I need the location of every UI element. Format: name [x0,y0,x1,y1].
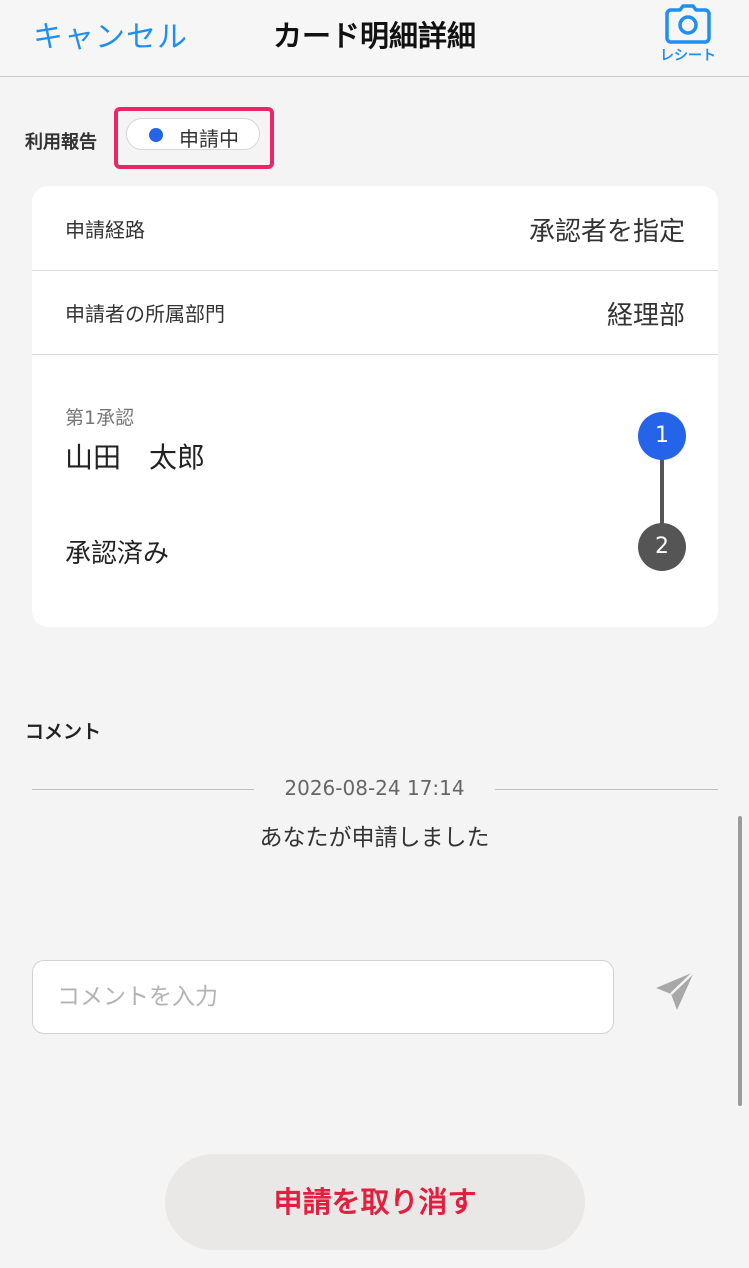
receipt-label: レシート [660,48,716,64]
camera-icon [665,4,711,44]
comment-timestamp: 2026-08-24 17:14 [284,776,465,800]
timestamp-divider-right [495,789,718,790]
send-icon [656,971,695,1010]
comment-input[interactable] [32,960,614,1034]
status-badge-text: 申請中 [179,127,239,151]
status-dot-icon [149,128,163,142]
application-details-card: 申請経路 承認者を指定 申請者の所属部門 経理部 第1承認 山田 太郎 承認済み… [32,186,718,627]
comments-heading: コメント [25,721,102,743]
comment-message: あなたが申請しました [259,825,490,851]
page-title: カード明細詳細 [272,19,476,53]
approval-flow-connector [660,458,664,525]
department-row: 申請者の所属部門 経理部 [32,270,718,355]
route-value: 承認者を指定 [528,217,685,247]
top-navigation-bar: キャンセル カード明細詳細 レシート [0,0,749,77]
status-label: 利用報告 [25,132,97,153]
cancel-request-button[interactable]: 申請を取り消す [165,1154,585,1250]
timestamp-divider-left [32,789,254,790]
receipt-button[interactable]: レシート [652,4,724,70]
route-row: 申請経路 承認者を指定 [32,186,718,271]
approval-step-2-node: 2 [638,523,686,571]
status-highlight-box: 申請中 [114,107,274,169]
department-label: 申請者の所属部門 [65,302,225,326]
approval-step-2-label: 承認済み [65,539,170,569]
send-button[interactable] [650,966,700,1016]
status-badge: 申請中 [126,118,260,151]
approver-name: 山田 太郎 [65,441,206,474]
scrollbar[interactable] [738,816,742,1106]
approval-step-1-title: 第1承認 [65,407,135,429]
route-label: 申請経路 [65,218,145,242]
department-value: 経理部 [606,301,685,331]
approval-step-1-node: 1 [638,412,686,460]
